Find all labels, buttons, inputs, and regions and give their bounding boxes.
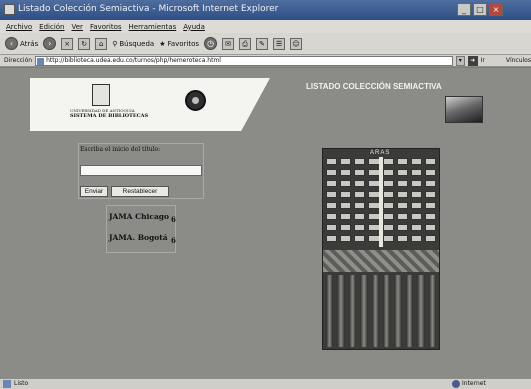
favorites-label: Favoritos [167, 39, 200, 48]
address-bar: Dirección http://biblioteca.udea.edu.co/… [0, 55, 531, 67]
menu-ver[interactable]: Ver [72, 23, 83, 31]
go-label[interactable]: Ir [481, 57, 485, 64]
result-link[interactable]: JAMA. Bogotá [109, 233, 168, 242]
university-crest-icon [92, 84, 110, 106]
window-title: Listado Colección Semiactiva - Microsoft… [18, 4, 279, 14]
address-url: http://biblioteca.udea.edu.co/turnos/php… [46, 56, 221, 64]
status-text: Listo [14, 380, 29, 387]
stop-icon[interactable]: × [61, 37, 74, 50]
links-label[interactable]: Vínculos [506, 57, 531, 64]
star-icon: ★ [159, 39, 166, 48]
search-label: Búsqueda [119, 39, 155, 48]
result-count: 6 [171, 236, 176, 245]
page-title: LISTADO COLECCIÓN SEMIACTIVA [306, 82, 442, 91]
send-button[interactable]: Enviar [80, 186, 108, 197]
print-icon[interactable]: ⎙ [239, 37, 252, 50]
shelf-posts [324, 273, 438, 349]
back-button[interactable]: ‹ Atrás [5, 37, 38, 50]
page-icon [37, 57, 45, 65]
menu-ayuda[interactable]: Ayuda [183, 23, 205, 31]
back-arrow-icon: ‹ [5, 37, 18, 50]
address-label: Dirección [4, 57, 33, 64]
refresh-icon[interactable]: ↻ [78, 37, 91, 50]
favorites-button[interactable]: ★ Favoritos [159, 40, 199, 48]
close-icon[interactable]: × [489, 3, 503, 16]
address-dropdown-icon[interactable]: ▾ [455, 55, 465, 66]
header-photo [445, 96, 483, 123]
shelf-divider [379, 157, 383, 247]
discuss-icon[interactable]: ☰ [273, 37, 286, 50]
title-search-input[interactable] [80, 165, 202, 176]
menu-bar: Archivo Edición Ver Favoritos Herramient… [0, 20, 531, 33]
minimize-icon[interactable]: _ [457, 3, 471, 16]
reset-button[interactable]: Restablecer [111, 186, 169, 197]
shelf-rubble [323, 250, 439, 272]
search-icon: ⚲ [112, 39, 118, 48]
messenger-icon[interactable]: ☺ [290, 37, 303, 50]
home-icon[interactable]: ⌂ [95, 37, 108, 50]
logo-system-text: SISTEMA DE BIBLIOTECAS [70, 113, 149, 119]
internet-zone-icon [452, 380, 460, 388]
header-banner: UNIVERSIDAD DE ANTIOQUIA SISTEMA DE BIBL… [30, 78, 270, 131]
menu-favoritos[interactable]: Favoritos [90, 23, 122, 31]
result-link[interactable]: JAMA Chicago [109, 212, 169, 221]
window-controls: _ □ × [457, 3, 503, 16]
page-content: UNIVERSIDAD DE ANTIOQUIA SISTEMA DE BIBL… [0, 68, 531, 378]
search-button[interactable]: ⚲ Búsqueda [112, 40, 154, 48]
library-seal-icon [185, 90, 206, 111]
address-input[interactable]: http://biblioteca.udea.edu.co/turnos/php… [35, 55, 453, 66]
maximize-icon[interactable]: □ [473, 3, 487, 16]
status-bar: Listo Internet [0, 378, 531, 389]
result-count: 6 [171, 215, 176, 224]
forward-arrow-icon[interactable]: › [43, 37, 57, 50]
toolbar: ‹ Atrás › × ↻ ⌂ ⚲ Búsqueda ★ Favoritos ◷… [0, 33, 531, 55]
shelf-label: ARAS [370, 150, 391, 156]
menu-edicion[interactable]: Edición [39, 23, 64, 31]
ie-icon [4, 4, 15, 15]
title-bar: Listado Colección Semiactiva - Microsoft… [0, 0, 531, 20]
history-icon[interactable]: ◷ [204, 37, 218, 50]
form-label: Escriba el inicio del título: [80, 146, 161, 153]
mail-icon[interactable]: ✉ [222, 37, 235, 50]
go-arrow-icon[interactable]: ➜ [467, 55, 478, 66]
back-label: Atrás [20, 39, 39, 48]
menu-herramientas[interactable]: Herramientas [129, 23, 177, 31]
menu-archivo[interactable]: Archivo [6, 23, 32, 31]
zone-text: Internet [462, 380, 486, 387]
edit-icon[interactable]: ✎ [256, 37, 269, 50]
page-status-icon [3, 380, 11, 388]
